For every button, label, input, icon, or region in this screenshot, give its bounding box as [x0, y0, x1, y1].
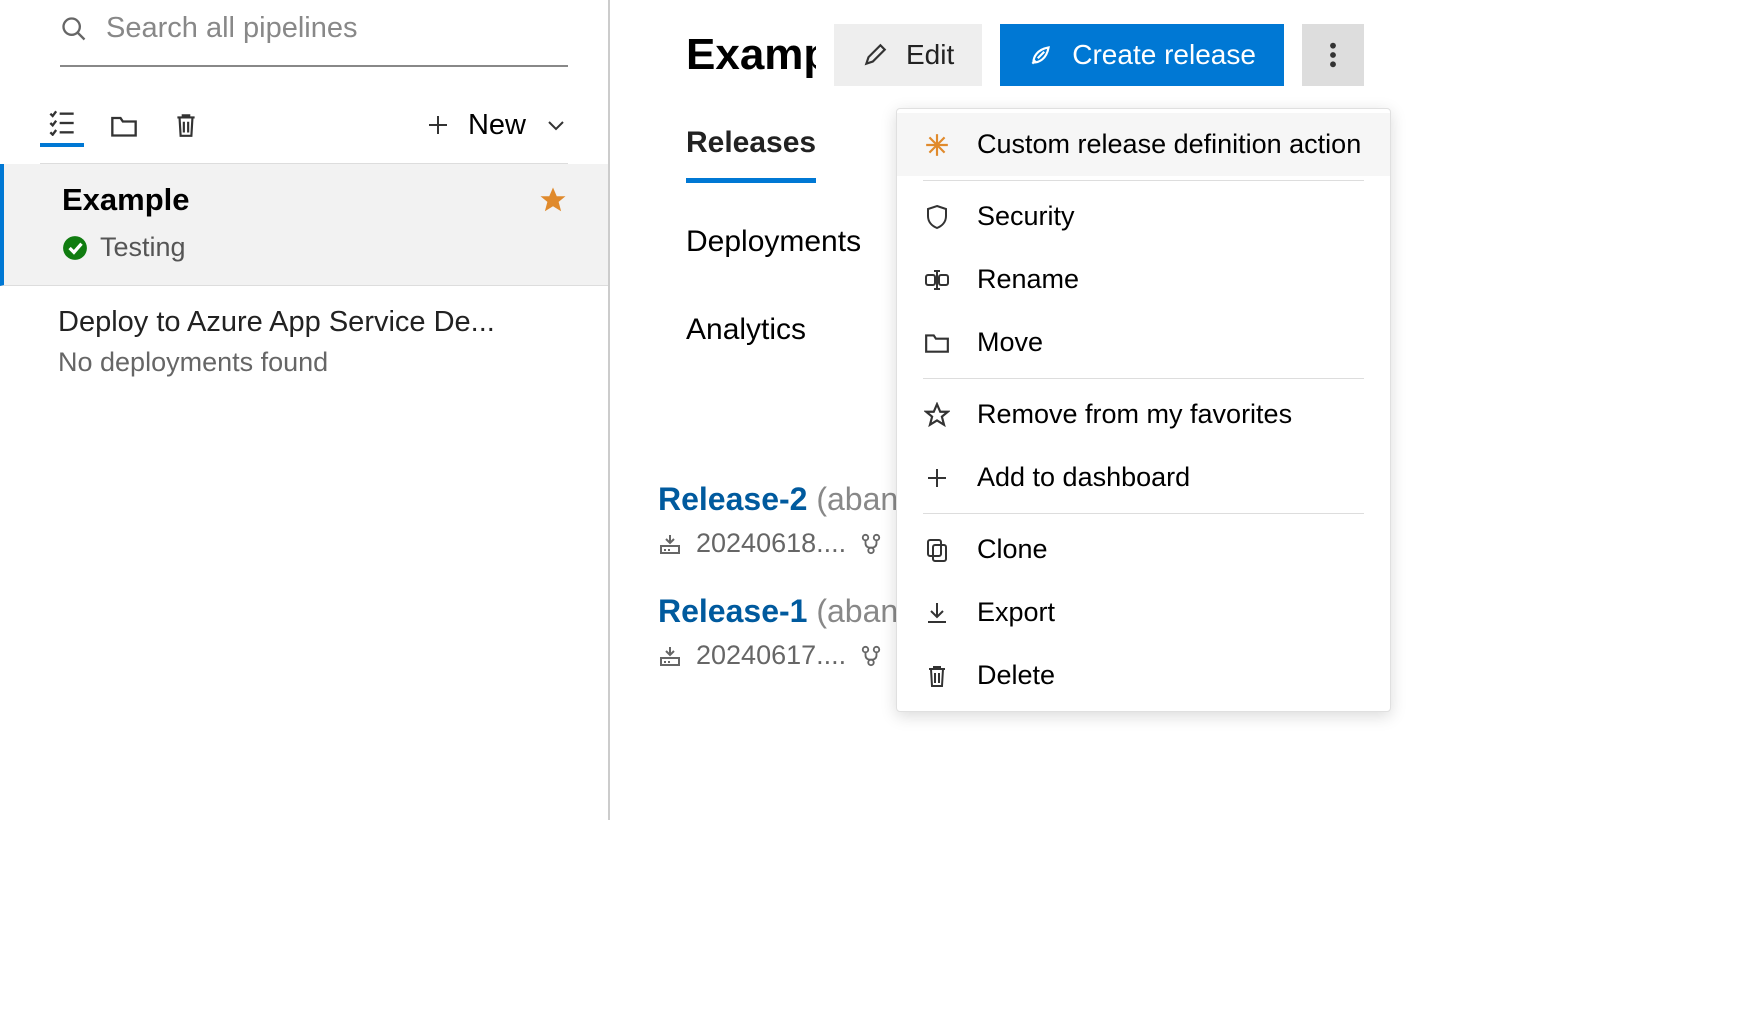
menu-label: Move — [977, 327, 1043, 358]
tab-deployments[interactable]: Deployments — [686, 213, 861, 271]
branch-icon — [860, 532, 882, 556]
download-icon — [923, 600, 951, 626]
create-release-label: Create release — [1072, 39, 1256, 71]
edit-button[interactable]: Edit — [834, 24, 982, 86]
menu-label: Rename — [977, 264, 1079, 295]
star-filled-icon[interactable] — [538, 185, 568, 215]
pencil-icon — [862, 42, 888, 68]
pipeline-item-example[interactable]: Example Testing — [0, 164, 608, 286]
shield-icon — [923, 204, 951, 230]
menu-label: Security — [977, 201, 1075, 232]
menu-divider — [923, 513, 1364, 514]
menu-item-move[interactable]: Move — [897, 311, 1390, 374]
more-actions-button[interactable] — [1302, 24, 1364, 86]
menu-item-rename[interactable]: Rename — [897, 248, 1390, 311]
tab-releases[interactable]: Releases — [686, 114, 816, 183]
menu-label: Delete — [977, 660, 1055, 691]
pipeline-subtext: No deployments found — [58, 347, 568, 378]
search-row — [60, 12, 568, 67]
list-view-button[interactable] — [40, 103, 84, 147]
menu-item-custom-action[interactable]: Custom release definition action — [897, 113, 1390, 176]
sparkle-icon — [923, 132, 951, 158]
search-icon — [60, 15, 88, 43]
copy-icon — [923, 537, 951, 563]
release-build: 20240617.... — [696, 640, 846, 671]
rocket-icon — [1028, 42, 1054, 68]
plus-icon — [426, 113, 450, 137]
release-name[interactable]: Release-2 — [658, 481, 807, 517]
menu-divider — [923, 180, 1364, 181]
sidebar-panel: New Example Testing Deploy to Azure App … — [0, 0, 610, 820]
new-pipeline-button[interactable]: New — [426, 109, 568, 142]
release-name[interactable]: Release-1 — [658, 593, 807, 629]
create-release-button[interactable]: Create release — [1000, 24, 1284, 86]
folder-icon — [923, 332, 951, 354]
plus-icon — [923, 466, 951, 490]
chevron-down-icon — [544, 113, 568, 137]
new-label: New — [468, 109, 526, 142]
menu-label: Export — [977, 597, 1055, 628]
trash-icon — [923, 663, 951, 689]
menu-label: Custom release definition action — [977, 129, 1361, 160]
sidebar-toolbar: New — [40, 103, 568, 164]
more-vertical-icon — [1329, 41, 1337, 69]
page-title: Example — [686, 30, 816, 80]
menu-item-add-dashboard[interactable]: Add to dashboard — [897, 446, 1390, 509]
recycle-bin-button[interactable] — [164, 103, 208, 147]
search-input[interactable] — [106, 12, 568, 45]
release-build: 20240618.... — [696, 528, 846, 559]
menu-item-remove-favorite[interactable]: Remove from my favorites — [897, 383, 1390, 446]
branch-icon — [860, 644, 882, 668]
menu-item-security[interactable]: Security — [897, 185, 1390, 248]
menu-item-delete[interactable]: Delete — [897, 644, 1390, 707]
menu-item-export[interactable]: Export — [897, 581, 1390, 644]
tab-analytics[interactable]: Analytics — [686, 301, 806, 359]
star-outline-icon — [923, 402, 951, 428]
build-icon — [658, 644, 682, 668]
pipeline-name: Deploy to Azure App Service De... — [58, 306, 568, 339]
pipeline-item-deploy[interactable]: Deploy to Azure App Service De... No dep… — [0, 286, 608, 398]
menu-divider — [923, 378, 1364, 379]
edit-label: Edit — [906, 39, 954, 71]
menu-item-clone[interactable]: Clone — [897, 518, 1390, 581]
menu-label: Clone — [977, 534, 1048, 565]
more-actions-menu: Custom release definition action Securit… — [896, 108, 1391, 712]
header: Example Edit Create release — [630, 0, 1430, 86]
folder-view-button[interactable] — [102, 103, 146, 147]
status-success-icon — [62, 235, 88, 261]
pipeline-status: Testing — [100, 232, 186, 263]
menu-label: Remove from my favorites — [977, 399, 1292, 430]
menu-label: Add to dashboard — [977, 462, 1190, 493]
rename-icon — [923, 268, 951, 292]
build-icon — [658, 532, 682, 556]
pipeline-name: Example — [62, 182, 190, 218]
